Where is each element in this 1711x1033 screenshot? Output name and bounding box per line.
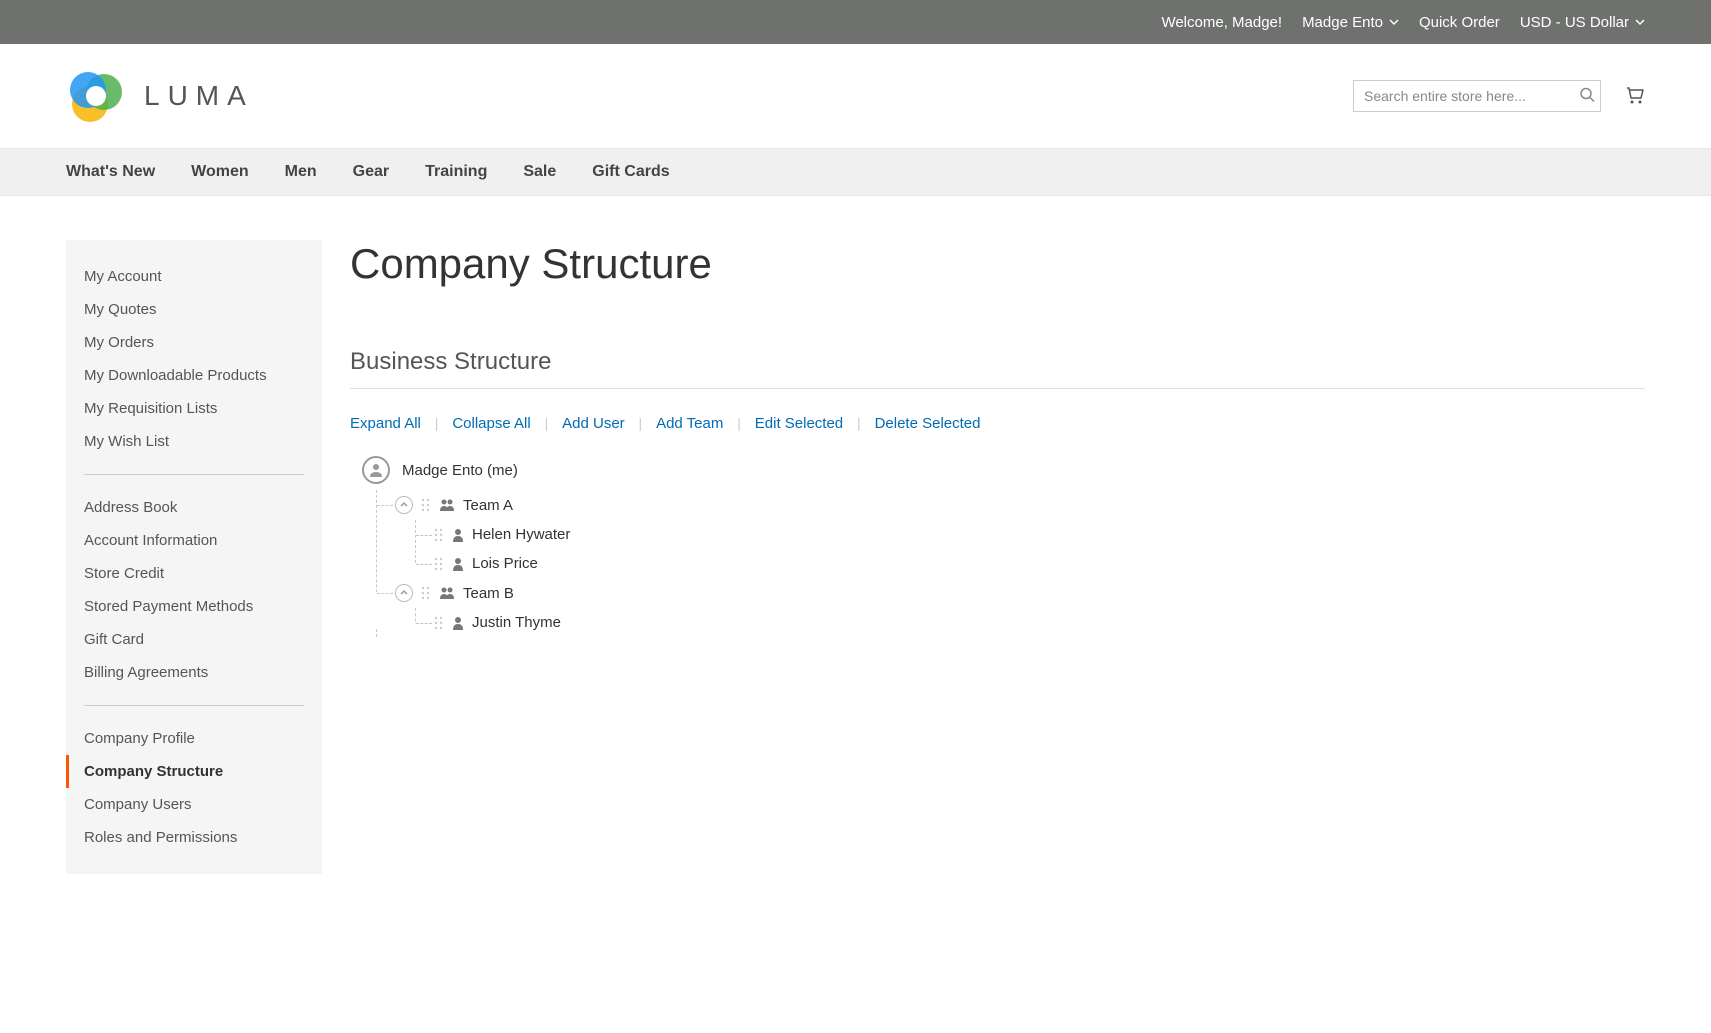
nav-whats-new[interactable]: What's New (66, 163, 155, 181)
sidebar-address-book[interactable]: Address Book (66, 491, 322, 524)
sidebar-billing-agreements[interactable]: Billing Agreements (66, 656, 322, 689)
main-nav: What's New Women Men Gear Training Sale … (0, 148, 1711, 196)
search-button[interactable] (1579, 87, 1595, 106)
tree-node-label: Justin Thyme (472, 614, 561, 631)
sidebar-payment-methods[interactable]: Stored Payment Methods (66, 590, 322, 623)
separator: | (737, 415, 741, 431)
user-menu[interactable]: Madge Ento (1302, 14, 1399, 31)
main-content: My Account My Quotes My Orders My Downlo… (0, 196, 1711, 914)
sidebar-company-profile[interactable]: Company Profile (66, 722, 322, 755)
delete-selected-link[interactable]: Delete Selected (875, 415, 981, 432)
chevron-up-icon (399, 500, 409, 510)
drag-handle-icon[interactable] (421, 586, 431, 600)
sidebar-my-quotes[interactable]: My Quotes (66, 293, 322, 326)
cart-button[interactable] (1623, 84, 1645, 109)
brand-text: LUMA (144, 80, 254, 112)
section-title: Business Structure (350, 348, 1645, 389)
currency-label: USD - US Dollar (1520, 14, 1629, 31)
sidebar-account-info[interactable]: Account Information (66, 524, 322, 557)
add-team-link[interactable]: Add Team (656, 415, 723, 432)
sidebar-my-wishlist[interactable]: My Wish List (66, 425, 322, 458)
avatar-icon (362, 456, 390, 484)
sidebar-company-users[interactable]: Company Users (66, 788, 322, 821)
drag-handle-icon[interactable] (421, 498, 431, 512)
tree-team-node[interactable]: Team B (377, 578, 1645, 608)
separator: | (435, 415, 439, 431)
logo[interactable]: LUMA (66, 66, 254, 126)
person-icon (452, 528, 464, 542)
user-name: Madge Ento (1302, 14, 1383, 31)
team-icon (439, 498, 455, 512)
collapse-toggle[interactable] (395, 496, 413, 514)
tree-node-label: Helen Hywater (472, 526, 570, 543)
page-title: Company Structure (350, 240, 1645, 288)
tree-user-node[interactable]: Justin Thyme (416, 608, 1645, 637)
company-tree: Madge Ento (me) Team (350, 450, 1645, 637)
top-bar: Welcome, Madge! Madge Ento Quick Order U… (0, 0, 1711, 44)
account-sidebar: My Account My Quotes My Orders My Downlo… (66, 240, 322, 874)
tree-node-label: Team A (463, 497, 513, 514)
separator: | (857, 415, 861, 431)
person-icon (452, 616, 464, 630)
chevron-up-icon (399, 588, 409, 598)
sidebar-my-orders[interactable]: My Orders (66, 326, 322, 359)
logo-icon (66, 66, 126, 126)
tree-root-node[interactable]: Madge Ento (me) (362, 450, 1645, 490)
tree-user-node[interactable]: Helen Hywater (416, 520, 1645, 549)
nav-gear[interactable]: Gear (353, 163, 389, 181)
sidebar-my-downloadable[interactable]: My Downloadable Products (66, 359, 322, 392)
sidebar-gift-card[interactable]: Gift Card (66, 623, 322, 656)
page-content: Company Structure Business Structure Exp… (322, 240, 1645, 637)
sidebar-my-requisition[interactable]: My Requisition Lists (66, 392, 322, 425)
tree-user-node[interactable]: Lois Price (416, 549, 1645, 578)
collapse-all-link[interactable]: Collapse All (452, 415, 530, 432)
sidebar-roles-permissions[interactable]: Roles and Permissions (66, 821, 322, 854)
search-icon (1579, 87, 1595, 103)
search-input[interactable] (1353, 80, 1601, 112)
tree-actions: Expand All | Collapse All | Add User | A… (350, 415, 1645, 432)
sidebar-company-structure[interactable]: Company Structure (69, 755, 322, 788)
nav-men[interactable]: Men (285, 163, 317, 181)
drag-handle-icon[interactable] (434, 557, 444, 571)
quick-order-link[interactable]: Quick Order (1419, 14, 1500, 31)
person-icon (452, 557, 464, 571)
chevron-down-icon (1389, 14, 1399, 31)
expand-all-link[interactable]: Expand All (350, 415, 421, 432)
edit-selected-link[interactable]: Edit Selected (755, 415, 843, 432)
sidebar-store-credit[interactable]: Store Credit (66, 557, 322, 590)
separator: | (545, 415, 549, 431)
header: LUMA (0, 44, 1711, 148)
welcome-message: Welcome, Madge! (1161, 14, 1282, 31)
nav-women[interactable]: Women (191, 163, 248, 181)
search-cart-area (1353, 80, 1645, 112)
nav-gift-cards[interactable]: Gift Cards (592, 163, 669, 181)
cart-icon (1623, 84, 1645, 106)
sidebar-divider (84, 474, 304, 475)
tree-team-node[interactable]: Team A (377, 490, 1645, 520)
collapse-toggle[interactable] (395, 584, 413, 602)
drag-handle-icon[interactable] (434, 528, 444, 542)
tree-node-label: Madge Ento (me) (402, 462, 518, 479)
search-box (1353, 80, 1601, 112)
drag-handle-icon[interactable] (434, 616, 444, 630)
nav-sale[interactable]: Sale (523, 163, 556, 181)
tree-node-label: Lois Price (472, 555, 538, 572)
tree-node-label: Team B (463, 585, 514, 602)
add-user-link[interactable]: Add User (562, 415, 625, 432)
sidebar-divider (84, 705, 304, 706)
chevron-down-icon (1635, 14, 1645, 31)
sidebar-my-account[interactable]: My Account (66, 260, 322, 293)
team-icon (439, 586, 455, 600)
nav-training[interactable]: Training (425, 163, 487, 181)
separator: | (639, 415, 643, 431)
currency-menu[interactable]: USD - US Dollar (1520, 14, 1645, 31)
